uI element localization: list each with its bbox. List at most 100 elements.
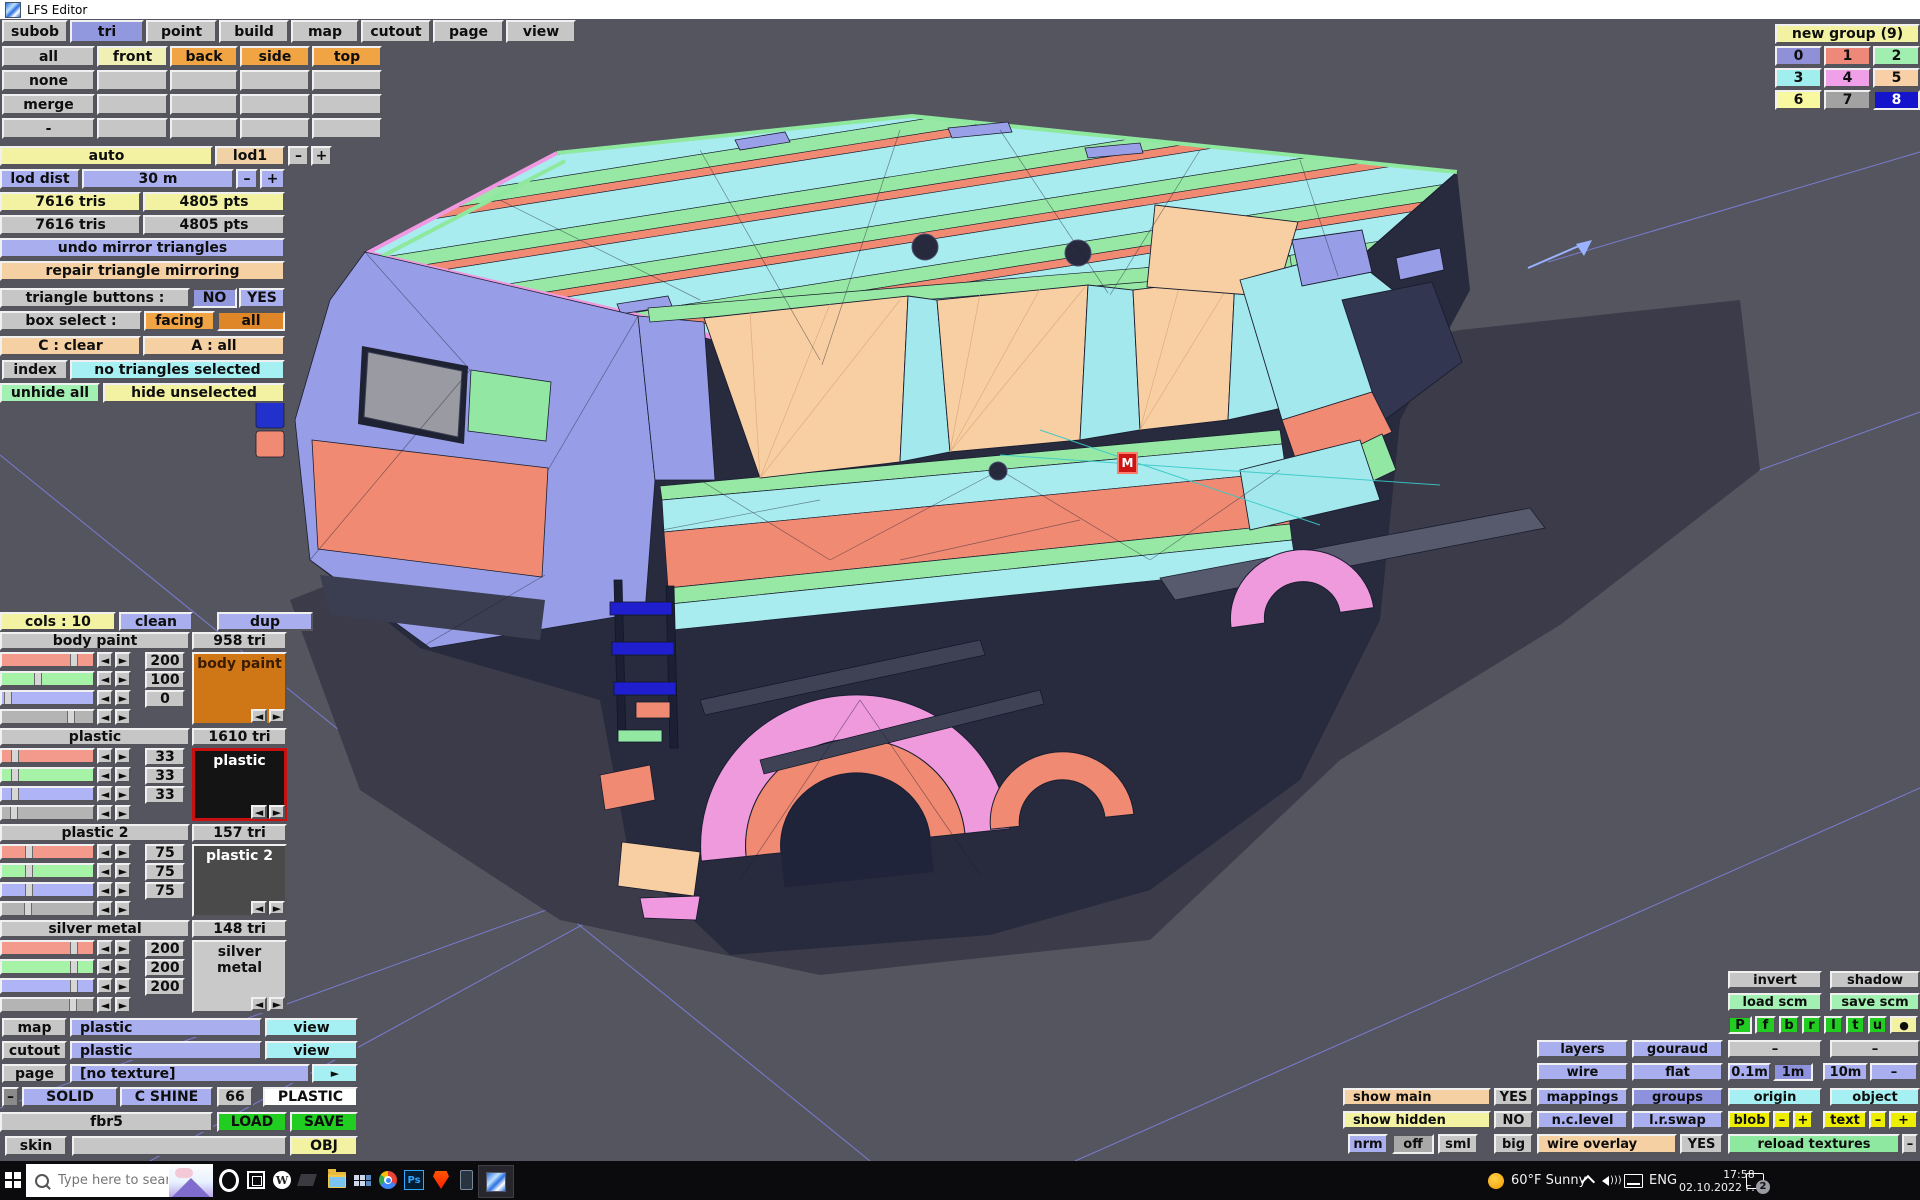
task-view-icon[interactable] [245, 1169, 267, 1191]
group-3[interactable]: 3 [1775, 68, 1822, 88]
group-0[interactable]: 0 [1775, 46, 1822, 66]
blob-button[interactable]: blob [1728, 1111, 1771, 1129]
arrow-right-icon[interactable]: ► [115, 882, 131, 898]
slider-thumb[interactable] [25, 884, 33, 896]
select-cell[interactable] [312, 70, 382, 91]
red-slider[interactable] [0, 940, 95, 956]
triangle-buttons-no[interactable]: NO [192, 288, 237, 308]
group-1[interactable]: 1 [1824, 46, 1871, 66]
scale-1m-button[interactable]: 1m [1773, 1063, 1813, 1081]
arrow-right-icon[interactable]: ► [115, 978, 131, 994]
arrow-left-icon[interactable]: ◄ [251, 709, 267, 723]
reload-minus-button[interactable]: – [1902, 1134, 1918, 1154]
page-label[interactable]: page [2, 1064, 67, 1083]
green-slider[interactable] [0, 767, 95, 783]
new-group-header[interactable]: new group (9) [1775, 24, 1920, 44]
skin-value[interactable] [72, 1136, 287, 1156]
view-f-button[interactable]: f [1755, 1016, 1776, 1034]
dup-button[interactable]: dup [217, 612, 313, 631]
blue-value[interactable]: 0 [145, 690, 185, 708]
arrow-right-icon[interactable]: ► [269, 997, 285, 1011]
select-cell[interactable] [170, 118, 238, 139]
material-name[interactable]: silver metal [0, 920, 190, 938]
clean-button[interactable]: clean [119, 612, 193, 631]
arrow-left-icon[interactable]: ◄ [97, 901, 113, 917]
view-r-button[interactable]: r [1802, 1016, 1821, 1034]
green-slider[interactable] [0, 959, 95, 975]
red-slider[interactable] [0, 844, 95, 860]
arrow-right-icon[interactable]: ► [115, 805, 131, 821]
dash-button[interactable]: – [1830, 1040, 1920, 1058]
select-none[interactable]: none [2, 70, 95, 91]
cshine-button[interactable]: C SHINE [120, 1087, 213, 1107]
clock-tray[interactable]: 17:58 02.10.2022 г. [1679, 1161, 1755, 1200]
load-scm-button[interactable]: load scm [1728, 993, 1822, 1011]
opera-icon[interactable] [218, 1169, 240, 1191]
select-cell[interactable] [312, 94, 382, 115]
arrow-right-icon[interactable]: ► [115, 844, 131, 860]
load-button[interactable]: LOAD [217, 1112, 287, 1132]
lod-auto-button[interactable]: auto [0, 146, 213, 166]
shadow-button[interactable]: shadow [1830, 971, 1920, 989]
repair-mirror-button[interactable]: repair triangle mirroring [0, 261, 285, 281]
notification-tray[interactable]: 2 [1746, 1161, 1764, 1200]
group-5[interactable]: 5 [1873, 68, 1920, 88]
material-name[interactable]: plastic [0, 728, 190, 746]
show-hidden-button[interactable]: show hidden [1343, 1111, 1491, 1129]
arrow-right-icon[interactable]: ► [269, 805, 285, 819]
arrow-right-icon[interactable]: ► [115, 690, 131, 706]
weather-tray[interactable]: 60°F Sunny [1488, 1161, 1586, 1200]
select-cell[interactable] [240, 70, 310, 91]
select-top[interactable]: top [312, 46, 382, 67]
scale-10m-button[interactable]: 10m [1823, 1063, 1868, 1081]
red-value[interactable]: 200 [145, 940, 185, 958]
blue-value[interactable]: 200 [145, 978, 185, 996]
triangle-buttons-yes[interactable]: YES [239, 288, 285, 308]
surface-type[interactable]: PLASTIC [263, 1087, 358, 1107]
arrow-right-icon[interactable]: ► [115, 748, 131, 764]
view-dot-button[interactable]: ● [1890, 1016, 1918, 1034]
arrow-left-icon[interactable]: ◄ [97, 882, 113, 898]
select-side[interactable]: side [240, 46, 310, 67]
group-7[interactable]: 7 [1824, 90, 1871, 110]
arrow-left-icon[interactable]: ◄ [97, 940, 113, 956]
file-name[interactable]: fbr5 [0, 1112, 213, 1132]
group-2[interactable]: 2 [1873, 46, 1920, 66]
red-value[interactable]: 33 [145, 748, 185, 766]
slider-thumb[interactable] [70, 654, 78, 666]
box-select-facing[interactable]: facing [144, 311, 215, 331]
slider-thumb[interactable] [11, 788, 19, 800]
shine-value[interactable]: 66 [217, 1087, 253, 1107]
page-value[interactable]: [no texture] [70, 1064, 310, 1083]
arrow-left-icon[interactable]: ◄ [97, 748, 113, 764]
arrow-left-icon[interactable]: ◄ [97, 652, 113, 668]
menu-map[interactable]: map [291, 20, 359, 43]
select-back[interactable]: back [170, 46, 238, 67]
photoshop-icon[interactable]: Ps [403, 1169, 425, 1191]
arrow-left-icon[interactable]: ◄ [97, 978, 113, 994]
start-button[interactable] [2, 1169, 24, 1191]
view-l-button[interactable]: l [1824, 1016, 1843, 1034]
select-cell[interactable] [170, 70, 238, 91]
text-button[interactable]: text [1823, 1111, 1867, 1129]
arrow-left-icon[interactable]: ◄ [251, 805, 267, 819]
menu-tri[interactable]: tri [70, 20, 144, 43]
menu-point[interactable]: point [146, 20, 217, 43]
arrow-left-icon[interactable]: ◄ [97, 767, 113, 783]
save-scm-button[interactable]: save scm [1830, 993, 1920, 1011]
group-6[interactable]: 6 [1775, 90, 1822, 110]
select-front[interactable]: front [97, 46, 168, 67]
slider-thumb[interactable] [4, 692, 12, 704]
reload-textures-button[interactable]: reload textures [1728, 1134, 1900, 1154]
arrow-left-icon[interactable]: ◄ [97, 671, 113, 687]
mappings-button[interactable]: mappings [1537, 1088, 1628, 1106]
cutout-view-button[interactable]: view [265, 1041, 358, 1060]
lod-dist-plus[interactable]: + [260, 169, 285, 189]
menu-view[interactable]: view [506, 20, 576, 43]
arrow-left-icon[interactable]: ◄ [251, 901, 267, 915]
nrm-sml-button[interactable]: sml [1438, 1134, 1478, 1154]
arrow-left-icon[interactable]: ◄ [97, 844, 113, 860]
menu-page[interactable]: page [433, 20, 504, 43]
flat-button[interactable]: flat [1632, 1063, 1723, 1081]
viewport-3d[interactable] [0, 0, 1920, 1161]
